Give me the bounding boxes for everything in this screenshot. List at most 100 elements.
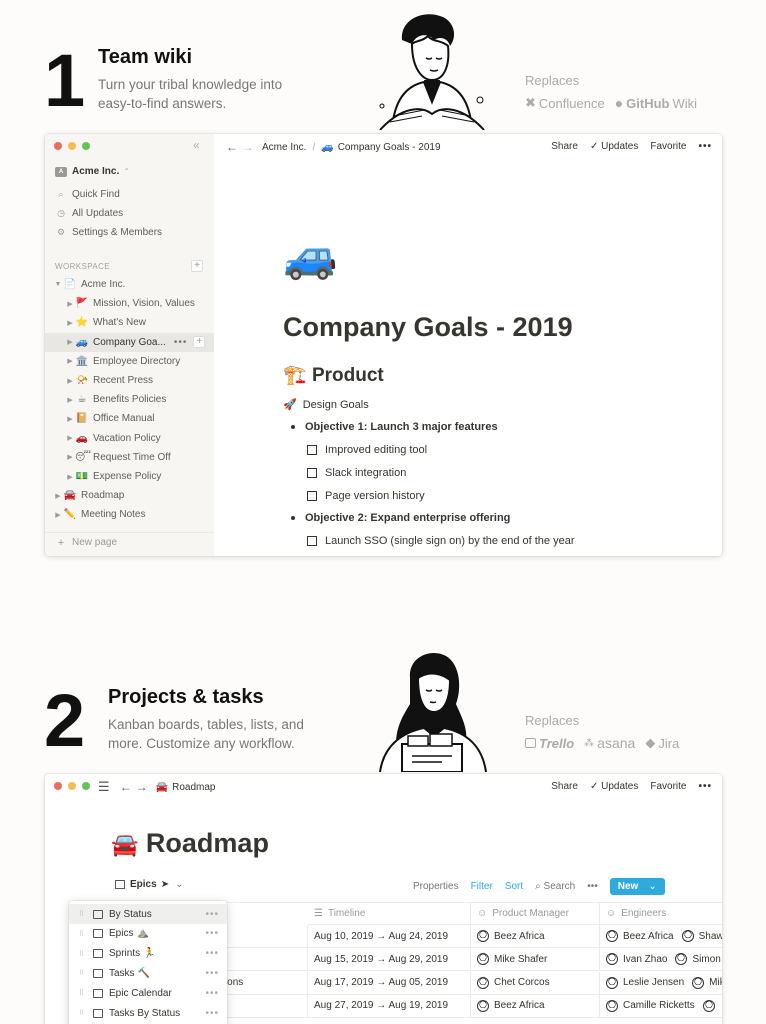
more-options-icon[interactable]: ••• xyxy=(205,1008,219,1019)
expand-toggle-icon[interactable]: ▶ xyxy=(65,319,75,327)
add-page-plus-icon[interactable]: + xyxy=(191,260,203,272)
view-option[interactable]: ⠿ Epics ⛰️ ••• xyxy=(69,924,227,944)
sort-button[interactable]: Sort xyxy=(505,881,523,892)
back-arrow-icon[interactable]: ← xyxy=(120,780,132,794)
view-option[interactable]: ⠿ By Status ••• xyxy=(69,904,227,924)
timeline-cell[interactable]: Aug 27, 2019 → Aug 19, 2019 xyxy=(308,994,471,1018)
more-options-icon[interactable]: ••• xyxy=(698,781,712,792)
forward-arrow-icon[interactable]: → xyxy=(242,140,254,154)
share-button[interactable]: Share xyxy=(551,781,578,792)
expand-toggle-icon[interactable]: ▼ xyxy=(53,281,63,288)
close-button[interactable] xyxy=(54,782,62,790)
engineers-cell[interactable]: Beez Africa Shaw xyxy=(600,925,722,948)
sidebar-page-item[interactable]: ▼ 📄 Acme Inc. xyxy=(45,275,214,294)
todo-item[interactable]: Launch SSO (single sign on) by the end o… xyxy=(307,535,575,547)
product-manager-cell[interactable]: Beez Africa xyxy=(471,994,600,1018)
sidebar-page-item[interactable]: ▶ ☕ Benefits Policies xyxy=(45,390,214,409)
product-manager-cell[interactable]: Chet Corcos xyxy=(471,971,600,995)
page-title[interactable]: 🚘 Roadmap xyxy=(111,828,269,859)
expand-toggle-icon[interactable]: ▶ xyxy=(65,473,75,481)
engineers-cell[interactable]: Ivan Zhao Simon xyxy=(600,948,722,972)
properties-button[interactable]: Properties xyxy=(413,881,459,892)
drag-handle-icon[interactable]: ⠿ xyxy=(79,969,87,977)
filter-button[interactable]: Filter xyxy=(471,881,493,892)
todo-item[interactable]: Improved editing tool xyxy=(307,444,427,456)
expand-toggle-icon[interactable]: ▶ xyxy=(65,396,75,404)
sidebar-page-item[interactable]: ▶ ⭐ What's New xyxy=(45,313,214,332)
page-icon[interactable]: 🚙 xyxy=(283,230,338,282)
more-options-icon[interactable]: ••• xyxy=(174,337,188,348)
view-option[interactable]: ⠿ Tasks By Status ••• xyxy=(69,1003,227,1023)
more-options-icon[interactable]: ••• xyxy=(205,988,219,999)
more-options-icon[interactable]: ••• xyxy=(698,141,712,152)
checkbox[interactable] xyxy=(307,491,317,501)
drag-handle-icon[interactable]: ⠿ xyxy=(79,989,87,997)
drag-handle-icon[interactable]: ⠿ xyxy=(79,930,87,938)
view-switcher[interactable]: Epics ➤ ⌄ xyxy=(115,879,183,890)
expand-toggle-icon[interactable]: ▶ xyxy=(53,492,63,500)
sidebar-page-item[interactable]: ▶ ✏️ Meeting Notes xyxy=(45,505,214,524)
search-button[interactable]: ⌕ Search xyxy=(535,881,575,892)
todo-item[interactable]: Slack integration xyxy=(307,467,406,479)
favorite-button[interactable]: Favorite xyxy=(650,781,686,792)
new-button[interactable]: New ⌄ xyxy=(609,878,665,895)
view-option[interactable]: ⠿ Epic Calendar ••• xyxy=(69,983,227,1003)
todo-item[interactable]: Page version history xyxy=(307,490,425,502)
objective-2-bullet[interactable]: Objective 2: Expand enterprise offering xyxy=(291,512,510,524)
sidebar-page-item[interactable]: ▶ 📔 Office Manual xyxy=(45,409,214,428)
column-header[interactable]: ☺ Product Manager xyxy=(471,902,600,925)
sidebar-page-item[interactable]: ▶ 🚙 Company Goa... ••• + xyxy=(45,332,214,352)
sidebar-page-item[interactable]: ▶ 🚩 Mission, Vision, Values xyxy=(45,294,214,313)
breadcrumb-workspace[interactable]: Acme Inc. xyxy=(262,142,306,153)
share-button[interactable]: Share xyxy=(551,141,578,152)
product-manager-cell[interactable]: Beez Africa xyxy=(471,925,600,948)
breadcrumb-page[interactable]: Roadmap xyxy=(172,782,215,793)
maximize-button[interactable] xyxy=(82,782,90,790)
sidebar-page-item[interactable]: ▶ 🚘 Roadmap xyxy=(45,486,214,505)
checkbox[interactable] xyxy=(307,536,317,546)
all-updates[interactable]: ◷ All Updates xyxy=(45,204,214,223)
view-option[interactable]: ⠿ Sprints 🏃 ••• xyxy=(69,944,227,964)
back-arrow-icon[interactable]: ← xyxy=(226,140,238,154)
collapse-sidebar-icon[interactable]: « xyxy=(193,138,200,152)
breadcrumb-page[interactable]: Company Goals - 2019 xyxy=(338,142,441,153)
expand-toggle-icon[interactable]: ▶ xyxy=(65,415,75,423)
page-title[interactable]: Company Goals - 2019 xyxy=(283,312,573,343)
drag-handle-icon[interactable]: ⠿ xyxy=(79,910,87,918)
sidebar-page-item[interactable]: ▶ 💵 Expense Policy xyxy=(45,467,214,486)
more-icon[interactable]: ••• xyxy=(587,881,598,892)
design-goals-line[interactable]: 🚀 Design Goals xyxy=(283,398,369,412)
expand-toggle-icon[interactable]: ▶ xyxy=(65,453,75,461)
drag-handle-icon[interactable]: ⠿ xyxy=(79,950,87,958)
forward-arrow-icon[interactable]: → xyxy=(136,780,148,794)
minimize-button[interactable] xyxy=(68,782,76,790)
checkbox[interactable] xyxy=(307,468,317,478)
updates-button[interactable]: ✓ Updates xyxy=(590,781,638,792)
new-page-button[interactable]: + New page xyxy=(45,533,214,552)
expand-toggle-icon[interactable]: ▶ xyxy=(65,357,75,365)
quick-find[interactable]: ⌕ Quick Find xyxy=(45,185,214,204)
expand-toggle-icon[interactable]: ▶ xyxy=(53,511,63,519)
more-options-icon[interactable]: ••• xyxy=(205,928,219,939)
workspace-switcher[interactable]: A Acme Inc. ⌃ xyxy=(45,162,214,181)
maximize-button[interactable] xyxy=(82,142,90,150)
settings-members[interactable]: ⚙ Settings & Members xyxy=(45,223,214,242)
expand-toggle-icon[interactable]: ▶ xyxy=(65,300,75,308)
engineers-cell[interactable]: Camille Ricketts xyxy=(600,995,722,1018)
engineers-cell[interactable]: Leslie Jensen Mik xyxy=(600,972,722,995)
column-header[interactable]: ☺ Engineers xyxy=(600,902,722,925)
sidebar-page-item[interactable]: ▶ 🚗 Vacation Policy xyxy=(45,429,214,448)
product-manager-cell[interactable]: Mike Shafer xyxy=(471,948,600,972)
sidebar-page-item[interactable]: ▶ 🏛️ Employee Directory xyxy=(45,352,214,371)
updates-button[interactable]: ✓ Updates xyxy=(590,141,638,152)
sidebar-page-item[interactable]: ▶ 📯 Recent Press xyxy=(45,371,214,390)
heading-product[interactable]: 🏗️ Product xyxy=(283,363,384,387)
objective-1-bullet[interactable]: Objective 1: Launch 3 major features xyxy=(291,421,498,433)
favorite-button[interactable]: Favorite xyxy=(650,141,686,152)
checkbox[interactable] xyxy=(307,445,317,455)
expand-toggle-icon[interactable]: ▶ xyxy=(65,377,75,385)
add-subpage-plus-icon[interactable]: + xyxy=(193,336,206,349)
column-header[interactable]: ☰ Timeline xyxy=(308,902,471,925)
close-button[interactable] xyxy=(54,142,62,150)
menu-icon[interactable]: ☰ xyxy=(98,779,110,795)
